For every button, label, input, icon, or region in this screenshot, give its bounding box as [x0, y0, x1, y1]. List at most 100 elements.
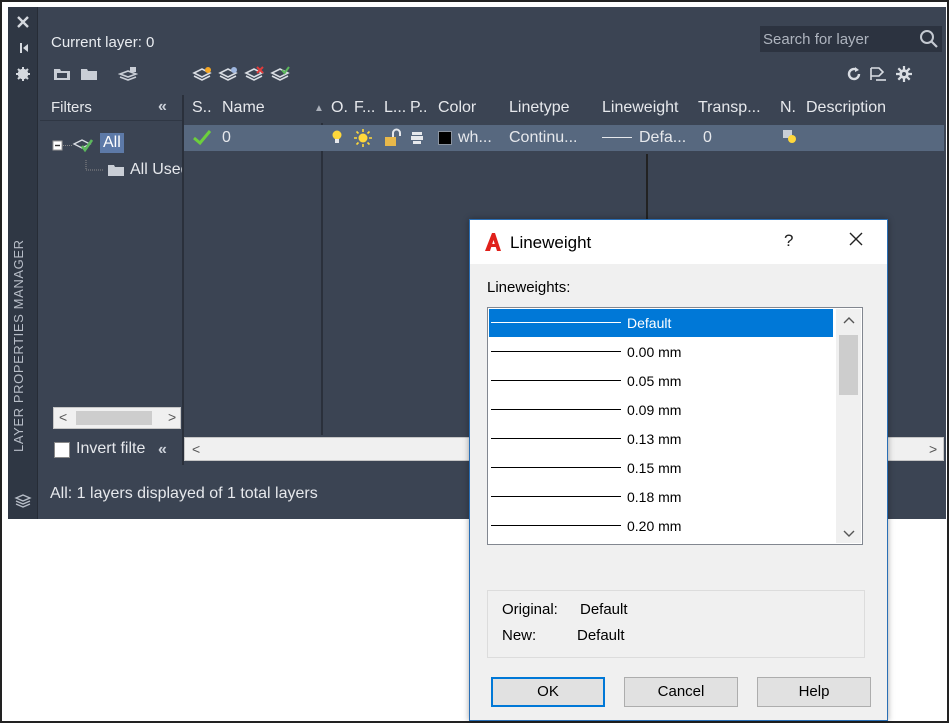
- column-lineweight[interactable]: Lineweight: [602, 99, 679, 117]
- list-item[interactable]: 0.15 mm: [489, 454, 833, 482]
- new-value: Default: [577, 627, 625, 644]
- list-item-label: 0.05 mm: [627, 373, 682, 389]
- close-palette-icon[interactable]: [14, 13, 32, 31]
- refresh-icon[interactable]: [844, 65, 864, 83]
- search-icon[interactable]: [919, 29, 939, 49]
- original-new-group: Original: Default New: Default: [487, 590, 865, 658]
- lineweight-sample-line: [491, 467, 621, 468]
- list-item[interactable]: 0.13 mm: [489, 425, 833, 453]
- layer-grid-header: S.. Name ▲ O. F... L... P.. Color Linety…: [184, 95, 944, 121]
- lineweight-sample-line: [491, 525, 621, 526]
- color-swatch[interactable]: [438, 131, 452, 150]
- layer-row[interactable]: 0 wh... Continu... Defa... 0: [184, 125, 944, 151]
- list-item-label: 0.18 mm: [627, 489, 682, 505]
- column-linetype[interactable]: Linetype: [509, 99, 570, 117]
- new-label: New:: [502, 627, 537, 644]
- collapse-filters-pane-button[interactable]: «: [158, 441, 167, 459]
- dialog-titlebar[interactable]: Lineweight ?: [470, 220, 887, 264]
- column-description[interactable]: Description: [806, 99, 886, 117]
- column-freeze[interactable]: F...: [354, 99, 375, 117]
- new-layer-icon[interactable]: [192, 65, 212, 83]
- layer-search-box: [760, 26, 942, 52]
- plot-icon[interactable]: [410, 129, 424, 152]
- list-scroll-thumb[interactable]: [839, 335, 858, 395]
- lineweight-sample-line: [491, 438, 621, 439]
- cancel-button[interactable]: Cancel: [624, 677, 738, 707]
- lineweights-list[interactable]: Default 0.00 mm 0.05 mm 0.09 mm 0.13 mm …: [487, 307, 863, 545]
- lineweight-sample-line: [491, 380, 621, 381]
- lineweight-cell[interactable]: Defa...: [639, 129, 686, 147]
- palette-side-title: LAYER PROPERTIES MANAGER: [11, 239, 26, 452]
- list-item-label: 0.00 mm: [627, 344, 682, 360]
- properties-icon[interactable]: [14, 65, 32, 83]
- dialog-title: Lineweight: [510, 233, 592, 252]
- list-item[interactable]: 0.00 mm: [489, 338, 833, 366]
- current-layer-label: Current layer: 0: [51, 34, 155, 51]
- grid-scroll-left-icon[interactable]: <: [192, 441, 200, 457]
- column-new-vp-freeze[interactable]: N.: [780, 99, 796, 117]
- lineweight-sample-line: [602, 137, 632, 138]
- column-name[interactable]: Name: [222, 99, 265, 117]
- layer-states-manager-icon[interactable]: [117, 65, 139, 83]
- layers-logo-icon: [14, 493, 32, 509]
- lineweight-sample-line: [491, 496, 621, 497]
- column-color[interactable]: Color: [438, 99, 476, 117]
- list-item[interactable]: 0.09 mm: [489, 396, 833, 424]
- unlocked-icon[interactable]: [382, 128, 402, 153]
- settings-icon[interactable]: [894, 65, 914, 83]
- current-layer-check-icon: [192, 128, 212, 151]
- lightbulb-on-icon[interactable]: [331, 129, 343, 152]
- delete-layer-icon[interactable]: [244, 65, 264, 83]
- sort-ascending-icon: ▲: [314, 103, 324, 114]
- help-button[interactable]: Help: [757, 677, 871, 707]
- layer-translator-icon[interactable]: [868, 65, 888, 83]
- list-item-label: 0.13 mm: [627, 431, 682, 447]
- filters-panel: Filters « All All Used Layers < >: [40, 95, 182, 458]
- scroll-up-arrow-icon[interactable]: [843, 313, 855, 328]
- list-item[interactable]: 0.18 mm: [489, 483, 833, 511]
- column-transparency[interactable]: Transp...: [698, 99, 761, 117]
- list-item[interactable]: 0.20 mm: [489, 512, 833, 540]
- scroll-right-arrow-icon[interactable]: >: [168, 409, 176, 425]
- palette-side-strip: LAYER PROPERTIES MANAGER: [8, 7, 38, 519]
- grid-scroll-right-icon[interactable]: >: [929, 441, 937, 457]
- help-icon[interactable]: ?: [784, 231, 793, 251]
- sun-thawed-icon[interactable]: [352, 128, 374, 153]
- autohide-icon[interactable]: [14, 39, 32, 57]
- autocad-logo-icon: [484, 232, 502, 252]
- transparency-cell[interactable]: 0: [703, 129, 712, 147]
- linetype-cell[interactable]: Continu...: [509, 129, 577, 147]
- lineweight-sample-line: [491, 322, 621, 323]
- lineweight-sample-line: [491, 351, 621, 352]
- color-cell[interactable]: wh...: [458, 129, 492, 147]
- tree-item-all-used-label: All Used Layers: [130, 161, 182, 178]
- filters-horizontal-scrollbar[interactable]: < >: [53, 407, 181, 429]
- collapse-filters-button[interactable]: «: [158, 98, 167, 116]
- grid-column-divider: [321, 123, 323, 435]
- ok-button[interactable]: OK: [491, 677, 605, 707]
- invert-filter-checkbox[interactable]: [54, 442, 70, 458]
- lineweight-dialog: Lineweight ? Lineweights: Default 0.00 m…: [469, 219, 888, 721]
- column-on[interactable]: O.: [331, 99, 348, 117]
- scroll-down-arrow-icon[interactable]: [843, 527, 855, 542]
- list-vertical-scrollbar[interactable]: [836, 309, 861, 543]
- set-current-icon[interactable]: [270, 65, 290, 83]
- column-lock[interactable]: L...: [384, 99, 406, 117]
- new-vp-freeze-icon[interactable]: [782, 129, 798, 150]
- list-item-label: 0.15 mm: [627, 460, 682, 476]
- list-item[interactable]: 0.05 mm: [489, 367, 833, 395]
- close-icon[interactable]: [846, 229, 866, 249]
- layer-name-cell[interactable]: 0: [222, 129, 231, 147]
- column-plot[interactable]: P..: [410, 99, 428, 117]
- scroll-thumb[interactable]: [76, 411, 152, 425]
- column-status[interactable]: S..: [192, 99, 212, 117]
- list-item-label: Default: [627, 315, 672, 331]
- new-property-filter-icon[interactable]: [52, 65, 72, 83]
- list-item[interactable]: Default: [489, 309, 833, 337]
- scroll-left-arrow-icon[interactable]: <: [59, 409, 67, 425]
- lineweight-sample-line: [491, 409, 621, 410]
- new-layer-vp-frozen-icon[interactable]: [218, 65, 238, 83]
- layer-search-input[interactable]: [761, 27, 911, 51]
- invert-filter-label: Invert filter: [76, 440, 146, 457]
- new-group-filter-icon[interactable]: [79, 65, 99, 83]
